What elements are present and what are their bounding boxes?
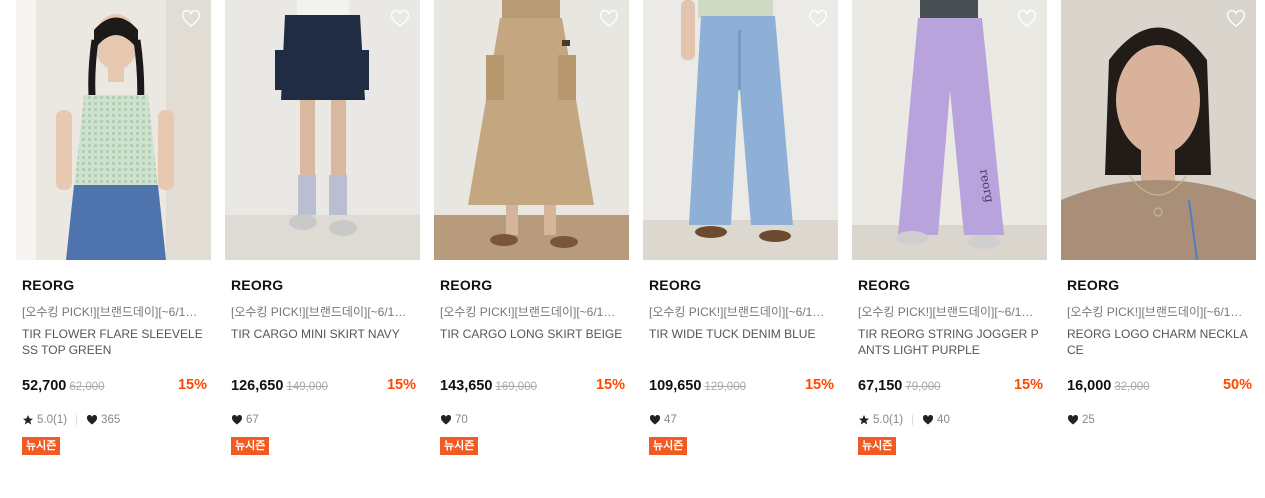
promo-text[interactable]: [오수킹 PICK!][브랜드데이][~6/1까지] [22,303,208,320]
price-row: 16,000 32,000 50% [1067,377,1252,397]
meta-row: 5.0(1) 40 [858,412,950,428]
like-heart-icon [440,414,452,426]
price-row: 143,650 169,000 15% [440,377,625,397]
sale-price: 67,150 [858,378,903,394]
product-grid: REORG [오수킹 PICK!][브랜드데이][~6/1까지] TIR FLO… [0,0,1265,498]
product-name[interactable]: TIR REORG STRING JOGGER PANTS LIGHT PURP… [858,326,1044,358]
rating: 5.0(1) [873,414,904,426]
like-count: 25 [1082,414,1095,426]
original-price: 62,000 [69,381,105,393]
product-name[interactable]: REORG LOGO CHARM NECKLACE [1067,326,1253,358]
promo-text[interactable]: [오수킹 PICK!][브랜드데이][~6/1까지] [1067,303,1253,320]
brand-name[interactable]: REORG [231,277,283,293]
product-card[interactable]: REORG [오수킹 PICK!][브랜드데이][~6/1까지] TIR FLO… [16,0,211,498]
discount-rate: 50% [1222,377,1252,393]
price-row: 52,700 62,000 15% [22,377,207,397]
wishlist-heart-icon[interactable] [390,9,410,29]
star-icon [22,414,34,426]
like-heart-icon [1067,414,1079,426]
wishlist-heart-icon[interactable] [1226,9,1246,29]
product-name[interactable]: TIR CARGO MINI SKIRT NAVY [231,326,417,342]
sale-price: 109,650 [649,378,702,394]
wishlist-heart-icon[interactable] [599,9,619,29]
like-count: 365 [101,414,121,426]
price-row: 67,150 79,000 15% [858,377,1043,397]
original-price: 169,000 [495,381,537,393]
new-season-badge: 뉴시즌 [649,437,688,455]
like-count: 67 [246,414,259,426]
price-row: 126,650 149,000 15% [231,377,416,397]
brand-name[interactable]: REORG [1067,277,1119,293]
brand-name[interactable]: REORG [649,277,701,293]
product-card[interactable]: REORG [오수킹 PICK!][브랜드데이][~6/1까지] TIR CAR… [225,0,420,498]
new-season-badge: 뉴시즌 [231,437,270,455]
product-name[interactable]: TIR FLOWER FLARE SLEEVELESS TOP GREEN [22,326,208,358]
divider [912,415,914,425]
discount-rate: 15% [177,377,207,393]
sale-price: 52,700 [22,378,67,394]
sale-price: 126,650 [231,378,284,394]
meta-row: 70 [440,412,468,428]
product-image[interactable] [434,0,629,260]
discount-rate: 15% [804,377,834,393]
sale-price: 16,000 [1067,378,1112,394]
price-row: 109,650 129,000 15% [649,377,834,397]
star-icon [858,414,870,426]
discount-rate: 15% [595,377,625,393]
original-price: 129,000 [704,381,746,393]
product-card[interactable]: reorg REORG [오수킹 PICK!][브랜드데이][~6/1까지] T… [852,0,1047,498]
original-price: 149,000 [286,381,328,393]
promo-text[interactable]: [오수킹 PICK!][브랜드데이][~6/1까지] [231,303,417,320]
meta-row: 5.0(1) 365 [22,412,120,428]
product-name[interactable]: TIR CARGO LONG SKIRT BEIGE [440,326,626,342]
like-heart-icon [649,414,661,426]
new-season-badge: 뉴시즌 [22,437,61,455]
new-season-badge: 뉴시즌 [858,437,897,455]
new-season-badge: 뉴시즌 [440,437,479,455]
promo-text[interactable]: [오수킹 PICK!][브랜드데이][~6/1까지] [440,303,626,320]
like-count: 47 [664,414,677,426]
wishlist-heart-icon[interactable] [808,9,828,29]
discount-rate: 15% [1013,377,1043,393]
discount-rate: 15% [386,377,416,393]
like-count: 40 [937,414,950,426]
wishlist-heart-icon[interactable] [1017,9,1037,29]
like-heart-icon [922,414,934,426]
product-image[interactable] [225,0,420,260]
brand-name[interactable]: REORG [858,277,910,293]
sale-price: 143,650 [440,378,493,394]
product-card[interactable]: REORG [오수킹 PICK!][브랜드데이][~6/1까지] TIR WID… [643,0,838,498]
like-heart-icon [231,414,243,426]
wishlist-heart-icon[interactable] [181,9,201,29]
like-heart-icon [86,414,98,426]
original-price: 32,000 [1114,381,1150,393]
product-image[interactable] [16,0,211,260]
meta-row: 25 [1067,412,1095,428]
original-price: 79,000 [905,381,941,393]
product-image[interactable] [643,0,838,260]
product-card[interactable]: REORG [오수킹 PICK!][브랜드데이][~6/1까지] REORG L… [1061,0,1256,498]
brand-name[interactable]: REORG [440,277,492,293]
rating: 5.0(1) [37,414,68,426]
meta-row: 67 [231,412,259,428]
divider [76,415,78,425]
product-image[interactable] [1061,0,1256,260]
product-image[interactable]: reorg [852,0,1047,260]
product-card[interactable]: REORG [오수킹 PICK!][브랜드데이][~6/1까지] TIR CAR… [434,0,629,498]
like-count: 70 [455,414,468,426]
brand-name[interactable]: REORG [22,277,74,293]
meta-row: 47 [649,412,677,428]
product-name[interactable]: TIR WIDE TUCK DENIM BLUE [649,326,835,342]
promo-text[interactable]: [오수킹 PICK!][브랜드데이][~6/1까지] [649,303,835,320]
promo-text[interactable]: [오수킹 PICK!][브랜드데이][~6/1까지] [858,303,1044,320]
